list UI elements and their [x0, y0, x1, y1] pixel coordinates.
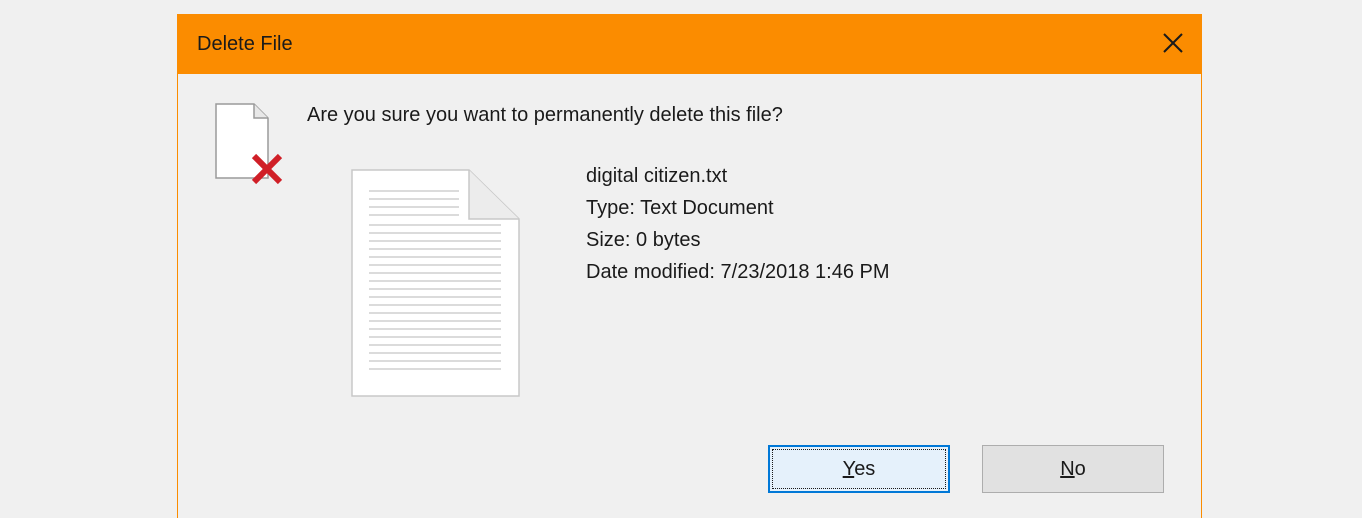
- delete-file-dialog: Delete File Are you sure you want to per…: [177, 14, 1202, 518]
- no-button-label: No: [1060, 457, 1086, 480]
- file-size: Size: 0 bytes: [586, 229, 701, 251]
- file-delete-icon: [215, 103, 283, 185]
- yes-button[interactable]: Yes: [768, 445, 950, 493]
- confirm-question: Are you sure you want to permanently del…: [307, 104, 783, 126]
- dialog-title: Delete File: [197, 33, 293, 55]
- text-document-icon: [351, 169, 520, 397]
- dialog-titlebar: Delete File: [177, 14, 1202, 74]
- file-name: digital citizen.txt: [586, 165, 728, 187]
- file-details: digital citizen.txt Type: Text Document …: [586, 160, 890, 288]
- yes-button-label: Yes: [842, 457, 876, 480]
- file-type: Type: Text Document: [586, 197, 774, 219]
- close-icon: [1163, 33, 1183, 53]
- file-date-modified: Date modified: 7/23/2018 1:46 PM: [586, 261, 890, 283]
- no-button[interactable]: No: [982, 445, 1164, 493]
- close-button[interactable]: [1142, 14, 1202, 74]
